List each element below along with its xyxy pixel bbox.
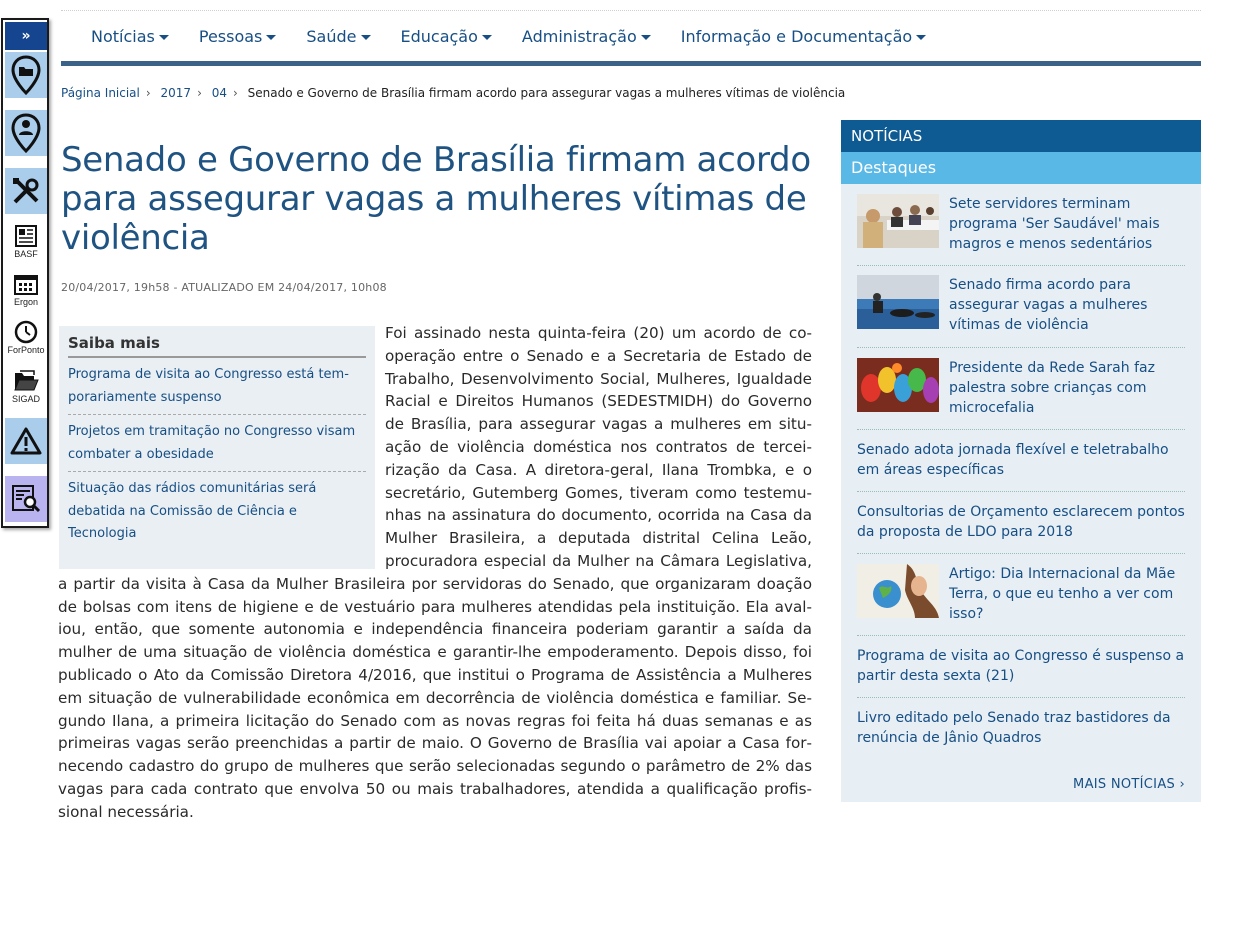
caret-down-icon [481,35,492,40]
calendar-icon [14,274,38,295]
news-item-title: Programa de visita ao Congresso é suspen… [857,648,1185,684]
sidebar-heading: NOTÍCIAS [841,120,1201,152]
related-link[interactable]: Programa de visita ao Congresso está tem… [68,358,366,415]
nav-item-saude[interactable]: Saúde [306,27,371,46]
toolbar-label-sigad: SIGAD [11,393,40,404]
quick-access-toolbar: » BASF Ergon ForPonto SIGAD [1,18,49,528]
caret-down-icon [266,35,277,40]
gym-photo-thumbnail [857,275,939,329]
toolbar-label-forponto: ForPonto [7,344,45,355]
nav-item-noticias[interactable]: Notícias [91,27,169,46]
news-list-item[interactable]: Artigo: Dia Internacional da Mãe Terra, … [857,554,1185,636]
news-list-item[interactable]: Consultorias de Orçamento esclarecem pon… [857,492,1185,554]
more-news-link[interactable]: MAIS NOTÍCIAS › [1073,777,1185,792]
breadcrumb-link-month[interactable]: 04 [212,86,227,100]
breadcrumb-link-home[interactable]: Página Inicial [61,86,140,100]
toolbar-item-document-search[interactable] [5,476,47,522]
toolbar-item-sigad[interactable]: SIGAD [5,362,47,408]
toolbar-item-warning[interactable] [5,418,47,464]
news-list-item[interactable]: Senado adota jornada flexível e teletrab… [857,430,1185,492]
toolbar-item-ergon[interactable]: Ergon [5,266,47,312]
meeting-photo-thumbnail [857,194,939,248]
main-navigation: Notícias Pessoas Saúde Educação Administ… [61,10,1201,67]
breadcrumb: Página Inicial › 2017 › 04 › Senado e Gover… [61,86,846,100]
news-item-title: Senado adota jornada flexível e teletrab… [857,442,1169,478]
map-pin-person-icon [11,113,41,153]
nav-item-informacao-documentacao[interactable]: Informação e Documentação [681,27,927,46]
news-sidebar: NOTÍCIAS Destaques Sete servidores termi… [841,120,1201,802]
article-dateline: 20/04/2017, 19h58 - ATUALIZADO EM 24/04/… [61,281,387,294]
nav-item-educacao[interactable]: Educação [401,27,492,46]
toolbar-item-forponto[interactable]: ForPonto [5,314,47,360]
toolbar-item-basf[interactable]: BASF [5,218,47,264]
toolbar-label-basf: BASF [14,248,38,259]
warning-icon [10,427,42,455]
news-list-item[interactable]: Livro editado pelo Senado traz bastidore… [857,698,1185,760]
painted-hands-photo-thumbnail [857,358,939,412]
nav-divider [61,61,1201,66]
toolbar-label-ergon: Ergon [13,296,39,307]
related-links-heading: Saiba mais [68,334,366,358]
newspaper-icon [15,224,37,247]
related-link[interactable]: Situação das rádios comunitárias será de… [68,472,366,551]
toolbar-item-map-folder[interactable] [5,52,47,98]
document-search-icon [12,485,41,513]
folder-icon [14,369,39,390]
news-item-title: Sete servidores terminam programa 'Ser S… [949,196,1160,252]
news-list-item[interactable]: Presidente da Rede Sarah faz palestra so… [857,348,1185,430]
nav-item-pessoas[interactable]: Pessoas [199,27,277,46]
caret-down-icon [916,35,927,40]
related-links-box: Saiba mais Programa de visita ao Congres… [59,326,375,569]
news-item-title: Consultorias de Orçamento esclarecem pon… [857,504,1185,540]
news-item-title: Livro editado pelo Senado traz bastidore… [857,710,1171,746]
tools-icon [13,178,39,204]
caret-down-icon [360,35,371,40]
map-pin-folder-icon [11,55,41,95]
earth-woman-photo-thumbnail [857,564,939,618]
news-list-item[interactable]: Senado firma acordo para assegurar vagas… [857,266,1185,348]
news-list-item[interactable]: Sete servidores terminam programa 'Ser S… [857,184,1185,266]
news-item-title: Presidente da Rede Sarah faz palestra so… [949,360,1155,416]
sidebar-subheading: Destaques [841,152,1201,184]
news-list-item[interactable]: Programa de visita ao Congresso é suspen… [857,636,1185,698]
caret-down-icon [640,35,651,40]
toolbar-item-tools[interactable] [5,168,47,214]
news-item-title: Senado firma acordo para assegurar vagas… [949,277,1148,333]
breadcrumb-current: Senado e Governo de Brasília firmam acor… [247,86,846,100]
nav-item-administracao[interactable]: Administração [522,27,651,46]
news-item-title: Artigo: Dia Internacional da Mãe Terra, … [949,566,1176,622]
related-link[interactable]: Projetos em tramitação no Congresso visa… [68,415,366,472]
toolbar-toggle-button[interactable]: » [5,22,47,50]
clock-icon [14,320,38,343]
breadcrumb-link-year[interactable]: 2017 [161,86,192,100]
caret-down-icon [158,35,169,40]
page-title: Senado e Governo de Brasília firmam acor… [61,140,811,258]
toolbar-item-map-person[interactable] [5,110,47,156]
